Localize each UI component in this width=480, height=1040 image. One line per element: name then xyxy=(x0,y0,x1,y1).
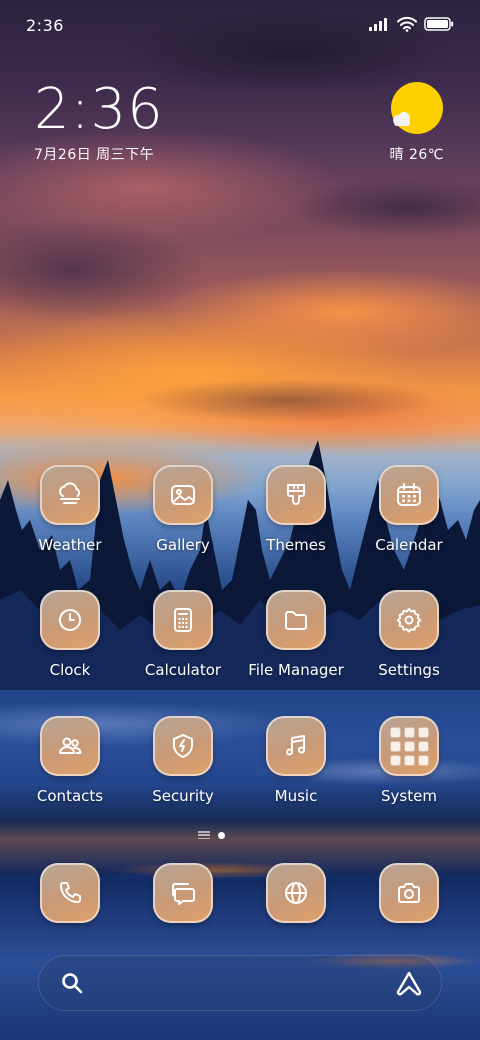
status-icons xyxy=(368,16,454,32)
search-bar[interactable] xyxy=(38,955,442,1011)
camera-icon xyxy=(398,883,420,903)
app-security[interactable]: Security xyxy=(123,716,243,805)
calculator-icon xyxy=(174,608,192,632)
music-note-icon xyxy=(286,735,305,756)
app-icon xyxy=(266,863,326,923)
wifi-icon xyxy=(397,16,417,32)
app-icon xyxy=(153,590,213,650)
signal-icon xyxy=(369,18,387,31)
app-icon xyxy=(153,716,213,776)
app-icon xyxy=(379,590,439,650)
shield-bolt-icon xyxy=(173,734,193,758)
clock-icon xyxy=(59,609,81,631)
app-icon xyxy=(40,465,100,525)
browser-globe-icon xyxy=(285,882,307,904)
status-time: 2:36 xyxy=(26,16,64,35)
app-icon xyxy=(153,465,213,525)
app-calculator[interactable]: Calculator xyxy=(123,590,243,679)
weather-text: 晴 26℃ xyxy=(389,147,444,163)
app-label: Contacts xyxy=(36,787,104,805)
app-icon xyxy=(379,465,439,525)
widget-date: 7月26日 周三下午 xyxy=(34,147,155,163)
app-icon xyxy=(40,863,100,923)
app-label: Clock xyxy=(49,661,91,679)
app-music[interactable]: Music xyxy=(236,716,356,805)
folder-preview xyxy=(389,726,429,766)
cloud-icon xyxy=(392,112,410,126)
app-weather[interactable]: Weather xyxy=(10,465,130,554)
weather-widget[interactable]: 晴 26℃ xyxy=(390,82,445,164)
search-icon[interactable] xyxy=(60,971,84,995)
app-clock[interactable]: Clock xyxy=(10,590,130,679)
assistant-icon[interactable] xyxy=(394,970,424,996)
app-label: Security xyxy=(152,787,214,805)
calendar-icon xyxy=(397,483,421,506)
status-bar: 2:36 xyxy=(0,0,480,50)
app-contacts[interactable]: Contacts xyxy=(10,716,130,805)
app-label: System xyxy=(381,787,437,805)
app-icon xyxy=(266,716,326,776)
app-label: Gallery xyxy=(156,536,210,554)
dock-camera[interactable] xyxy=(349,863,469,923)
page-2-indicator-active xyxy=(218,831,225,839)
gallery-icon xyxy=(171,485,195,505)
page-indicator[interactable] xyxy=(198,831,225,839)
app-settings[interactable]: Settings xyxy=(349,590,469,679)
brush-icon xyxy=(287,484,305,505)
app-icon xyxy=(153,863,213,923)
app-folder-system[interactable]: System xyxy=(349,716,469,805)
widget-clock-time: 2:36 xyxy=(34,77,164,142)
app-label: Themes xyxy=(266,536,326,554)
page-1-indicator xyxy=(198,831,210,839)
app-gallery[interactable]: Gallery xyxy=(123,465,243,554)
app-file-manager[interactable]: File Manager xyxy=(236,590,356,679)
dock-phone[interactable] xyxy=(10,863,130,923)
sun-cloud-icon xyxy=(390,82,443,134)
gear-icon xyxy=(396,608,422,633)
app-label: Calendar xyxy=(375,536,443,554)
app-label: Music xyxy=(274,787,318,805)
app-label: File Manager xyxy=(248,661,344,679)
app-icon xyxy=(266,590,326,650)
clock-widget[interactable]: 2:36 7月26日 周三下午 xyxy=(34,80,164,164)
phone-icon xyxy=(60,882,81,903)
messages-icon xyxy=(172,883,195,905)
folder-grid-icon xyxy=(379,716,439,776)
app-label: Weather xyxy=(38,536,102,554)
dock-messages[interactable] xyxy=(123,863,243,923)
battery-icon xyxy=(424,17,454,31)
app-label: Calculator xyxy=(144,661,222,679)
weather-fog-icon xyxy=(59,482,81,504)
dock-browser[interactable] xyxy=(236,863,356,923)
app-label: Settings xyxy=(378,661,440,679)
app-icon xyxy=(379,863,439,923)
app-icon xyxy=(266,465,326,525)
app-calendar[interactable]: Calendar xyxy=(349,465,469,554)
app-icon xyxy=(40,590,100,650)
folder-icon xyxy=(285,611,307,630)
app-themes[interactable]: Themes xyxy=(236,465,356,554)
app-icon xyxy=(40,716,100,776)
contacts-icon xyxy=(59,737,82,754)
